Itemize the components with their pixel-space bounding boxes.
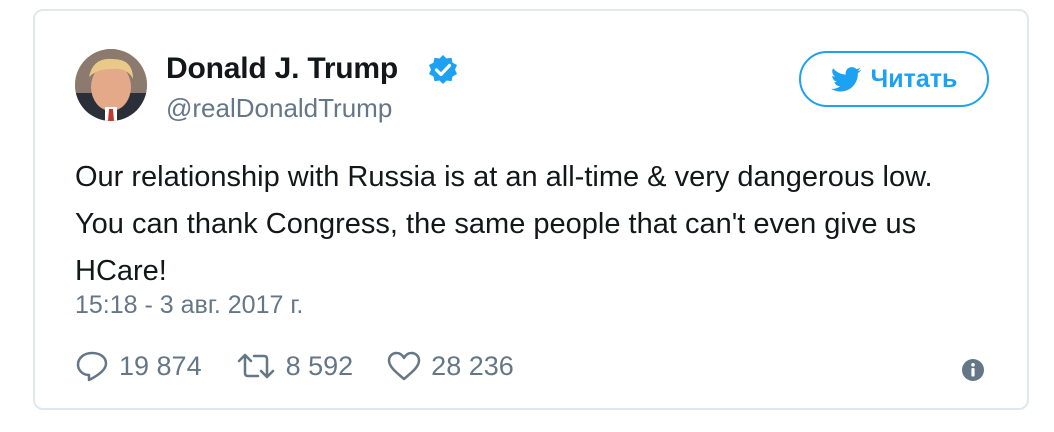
reply-count: 19 874 xyxy=(119,350,202,381)
heart-icon xyxy=(387,351,421,381)
tweet-actions: 19 874 8 592 28 236 xyxy=(75,346,548,386)
tweet-card: Donald J. Trump @realDonaldTrump Читать … xyxy=(33,9,1029,410)
avatar-image xyxy=(75,49,147,121)
tweet-timestamp[interactable]: 15:18 - 3 авг. 2017 г. xyxy=(75,291,303,320)
author-handle[interactable]: @realDonaldTrump xyxy=(166,93,392,124)
follow-button[interactable]: Читать xyxy=(799,51,989,107)
reply-icon xyxy=(76,351,108,382)
follow-button-label: Читать xyxy=(870,64,958,93)
reply-button[interactable]: 19 874 xyxy=(75,350,202,382)
twitter-bird-icon xyxy=(830,66,861,91)
verified-badge-icon xyxy=(429,55,457,84)
retweet-icon xyxy=(237,353,274,379)
like-button[interactable]: 28 236 xyxy=(387,351,514,382)
retweet-count: 8 592 xyxy=(285,350,354,381)
tweet-text: Our relationship with Russia is at an al… xyxy=(75,161,933,287)
avatar[interactable] xyxy=(75,49,147,121)
info-icon[interactable] xyxy=(961,358,985,382)
author-name[interactable]: Donald J. Trump xyxy=(166,52,398,86)
like-count: 28 236 xyxy=(431,350,514,381)
retweet-button[interactable]: 8 592 xyxy=(236,350,354,382)
